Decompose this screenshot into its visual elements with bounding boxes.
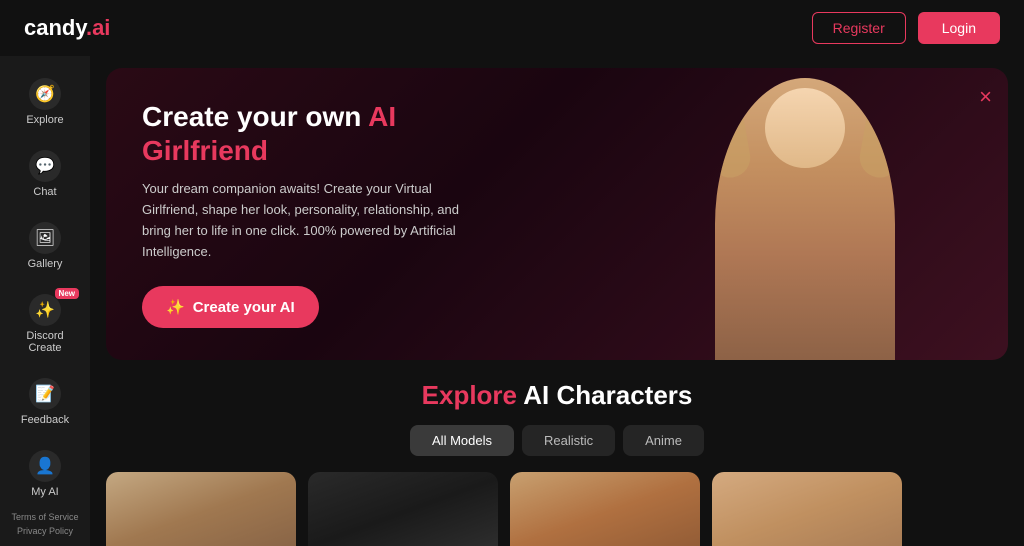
discord-create-icon: ✨ bbox=[29, 294, 61, 326]
character-card: 💬 bbox=[106, 472, 296, 546]
filter-tab-realistic[interactable]: Realistic bbox=[522, 425, 615, 456]
explore-title-suffix: AI Characters bbox=[517, 380, 692, 410]
sidebar-label-chat: Chat bbox=[33, 186, 56, 198]
banner-close-button[interactable]: × bbox=[979, 84, 992, 110]
sidebar-label-explore: Explore bbox=[26, 114, 63, 126]
sidebar-label-discord-create: Discord Create bbox=[13, 330, 77, 354]
character-card: 💬 bbox=[510, 472, 700, 546]
filter-tab-anime[interactable]: Anime bbox=[623, 425, 704, 456]
banner-title: Create your own AI Girlfriend bbox=[142, 100, 972, 167]
promo-banner: Create your own AI Girlfriend Your dream… bbox=[106, 68, 1008, 360]
sidebar-label-feedback: Feedback bbox=[21, 414, 69, 426]
explore-title-highlight: Explore bbox=[422, 380, 517, 410]
sidebar: 🧭 Explore 💬 Chat 🖼 Gallery New ✨ Discord… bbox=[0, 56, 90, 546]
sidebar-item-gallery[interactable]: 🖼 Gallery bbox=[5, 212, 85, 280]
affiliate-icon: 👤 bbox=[29, 450, 61, 482]
sidebar-label-gallery: Gallery bbox=[28, 258, 63, 270]
register-button[interactable]: Register bbox=[812, 12, 906, 44]
filter-tabs: All Models Realistic Anime bbox=[106, 425, 1008, 456]
banner-title-highlight: AI bbox=[368, 101, 396, 132]
sidebar-bottom: 👤 My AI Terms of Service Privacy Policy bbox=[0, 440, 90, 536]
create-ai-sparkle-icon: ✨ bbox=[166, 298, 185, 316]
banner-title-prefix: Create your own bbox=[142, 101, 368, 132]
sidebar-item-affiliate[interactable]: 👤 My AI bbox=[5, 440, 85, 508]
sidebar-item-chat[interactable]: 💬 Chat bbox=[5, 140, 85, 208]
character-card: 💬 bbox=[308, 472, 498, 546]
explore-icon: 🧭 bbox=[29, 78, 61, 110]
main-layout: 🧭 Explore 💬 Chat 🖼 Gallery New ✨ Discord… bbox=[0, 56, 1024, 546]
new-badge: New bbox=[55, 288, 79, 299]
sidebar-item-explore[interactable]: 🧭 Explore bbox=[5, 68, 85, 136]
character-card-image bbox=[712, 472, 902, 546]
sidebar-item-feedback[interactable]: 📝 Feedback bbox=[5, 368, 85, 436]
header: candy.ai Register Login bbox=[0, 0, 1024, 56]
sidebar-label-affiliate: My AI bbox=[31, 486, 59, 498]
banner-text: Create your own AI Girlfriend Your dream… bbox=[142, 100, 972, 328]
create-ai-button[interactable]: ✨ Create your AI bbox=[142, 286, 319, 328]
explore-title: Explore AI Characters bbox=[106, 380, 1008, 411]
sidebar-item-discord-create[interactable]: New ✨ Discord Create bbox=[5, 284, 85, 364]
chat-icon: 💬 bbox=[29, 150, 61, 182]
login-button[interactable]: Login bbox=[918, 12, 1000, 44]
logo-suffix: .ai bbox=[86, 15, 110, 40]
header-buttons: Register Login bbox=[812, 12, 1000, 44]
content-area: Create your own AI Girlfriend Your dream… bbox=[90, 56, 1024, 546]
privacy-link[interactable]: Privacy Policy bbox=[17, 526, 73, 536]
character-cards-row: 💬 💬 💬 💬 bbox=[106, 472, 1008, 546]
logo-text: candy bbox=[24, 15, 86, 40]
character-card-image bbox=[308, 472, 498, 546]
character-card-image bbox=[106, 472, 296, 546]
filter-tab-all-models[interactable]: All Models bbox=[410, 425, 514, 456]
character-card: 💬 bbox=[712, 472, 902, 546]
gallery-icon: 🖼 bbox=[29, 222, 61, 254]
explore-section: Explore AI Characters All Models Realist… bbox=[106, 380, 1008, 456]
banner-description: Your dream companion awaits! Create your… bbox=[142, 179, 462, 262]
logo: candy.ai bbox=[24, 15, 110, 41]
feedback-icon: 📝 bbox=[29, 378, 61, 410]
character-card-image bbox=[510, 472, 700, 546]
create-ai-label: Create your AI bbox=[193, 299, 295, 316]
banner-title-line2: Girlfriend bbox=[142, 135, 268, 166]
terms-link[interactable]: Terms of Service bbox=[11, 512, 78, 522]
